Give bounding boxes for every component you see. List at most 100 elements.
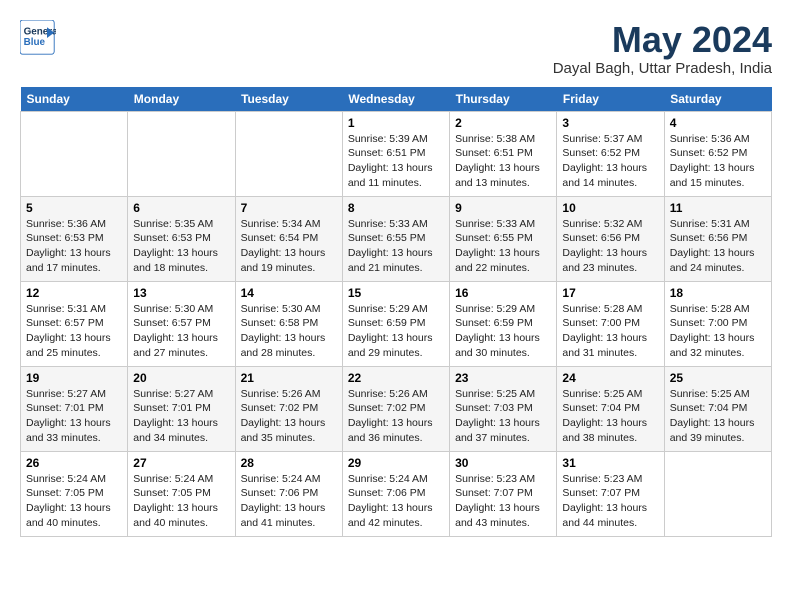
svg-text:Blue: Blue [24, 37, 46, 48]
col-saturday: Saturday [664, 87, 771, 112]
day-number: 16 [455, 286, 551, 300]
calendar-week-row: 26 Sunrise: 5:24 AM Sunset: 7:05 PM Dayli… [21, 451, 772, 536]
table-row: 18Sunrise: 5:28 AM Sunset: 7:00 PM Dayli… [664, 281, 771, 366]
day-info: Sunrise: 5:24 AM Sunset: 7:05 PM Dayligh… [133, 472, 229, 531]
table-row: 9 Sunrise: 5:33 AM Sunset: 6:55 PM Daylig… [450, 196, 557, 281]
day-number: 28 [241, 456, 337, 470]
day-info: Sunrise: 5:31 AM Sunset: 6:56 PM Dayligh… [670, 217, 766, 276]
day-info: Sunrise: 5:29 AM Sunset: 6:59 PM Dayligh… [455, 302, 551, 361]
day-info: Sunrise: 5:35 AM Sunset: 6:53 PM Dayligh… [133, 217, 229, 276]
day-number: 7 [241, 201, 337, 215]
day-info: Sunrise: 5:33 AM Sunset: 6:55 PM Dayligh… [455, 217, 551, 276]
table-row: 25 Sunrise: 5:25 AM Sunset: 7:04 PM Dayli… [664, 366, 771, 451]
day-info: Sunrise: 5:37 AM Sunset: 6:52 PM Dayligh… [562, 132, 658, 191]
table-row: 3 Sunrise: 5:37 AM Sunset: 6:52 PM Daylig… [557, 111, 664, 196]
day-info: Sunrise: 5:34 AM Sunset: 6:54 PM Dayligh… [241, 217, 337, 276]
table-row: 27 Sunrise: 5:24 AM Sunset: 7:05 PM Dayli… [128, 451, 235, 536]
day-number: 2 [455, 116, 551, 130]
table-row: 22 Sunrise: 5:26 AM Sunset: 7:02 PM Dayli… [342, 366, 449, 451]
day-number: 22 [348, 371, 444, 385]
day-info: Sunrise: 5:32 AM Sunset: 6:56 PM Dayligh… [562, 217, 658, 276]
logo-icon: General Blue [20, 20, 56, 56]
table-row: 6 Sunrise: 5:35 AM Sunset: 6:53 PM Daylig… [128, 196, 235, 281]
day-info: Sunrise: 5:26 AM Sunset: 7:02 PM Dayligh… [348, 387, 444, 446]
day-info: Sunrise: 5:30 AM Sunset: 6:58 PM Dayligh… [241, 302, 337, 361]
day-info: Sunrise: 5:27 AM Sunset: 7:01 PM Dayligh… [26, 387, 122, 446]
day-info: Sunrise: 5:25 AM Sunset: 7:04 PM Dayligh… [670, 387, 766, 446]
day-info: Sunrise: 5:26 AM Sunset: 7:02 PM Dayligh… [241, 387, 337, 446]
table-row: 14 Sunrise: 5:30 AM Sunset: 6:58 PM Dayli… [235, 281, 342, 366]
calendar-table: Sunday Monday Tuesday Wednesday Thursday… [20, 87, 772, 537]
table-row: 23Sunrise: 5:25 AM Sunset: 7:03 PM Dayli… [450, 366, 557, 451]
day-number: 27 [133, 456, 229, 470]
day-number: 9 [455, 201, 551, 215]
day-number: 12 [26, 286, 122, 300]
calendar-week-row: 5Sunrise: 5:36 AM Sunset: 6:53 PM Daylig… [21, 196, 772, 281]
day-number: 17 [562, 286, 658, 300]
calendar-week-row: 1 Sunrise: 5:39 AM Sunset: 6:51 PM Daylig… [21, 111, 772, 196]
table-row: 29 Sunrise: 5:24 AM Sunset: 7:06 PM Dayli… [342, 451, 449, 536]
table-row: 21 Sunrise: 5:26 AM Sunset: 7:02 PM Dayli… [235, 366, 342, 451]
day-info: Sunrise: 5:24 AM Sunset: 7:06 PM Dayligh… [241, 472, 337, 531]
day-number: 1 [348, 116, 444, 130]
table-row: 1 Sunrise: 5:39 AM Sunset: 6:51 PM Daylig… [342, 111, 449, 196]
table-row: 24 Sunrise: 5:25 AM Sunset: 7:04 PM Dayli… [557, 366, 664, 451]
day-info: Sunrise: 5:27 AM Sunset: 7:01 PM Dayligh… [133, 387, 229, 446]
col-monday: Monday [128, 87, 235, 112]
table-row: 30 Sunrise: 5:23 AM Sunset: 7:07 PM Dayli… [450, 451, 557, 536]
table-row [664, 451, 771, 536]
calendar-subtitle: Dayal Bagh, Uttar Pradesh, India [553, 60, 772, 77]
title-block: May 2024 Dayal Bagh, Uttar Pradesh, Indi… [553, 20, 772, 77]
day-number: 30 [455, 456, 551, 470]
day-number: 25 [670, 371, 766, 385]
day-number: 14 [241, 286, 337, 300]
day-number: 13 [133, 286, 229, 300]
day-info: Sunrise: 5:29 AM Sunset: 6:59 PM Dayligh… [348, 302, 444, 361]
col-friday: Friday [557, 87, 664, 112]
table-row: 7 Sunrise: 5:34 AM Sunset: 6:54 PM Daylig… [235, 196, 342, 281]
table-row: 5Sunrise: 5:36 AM Sunset: 6:53 PM Daylig… [21, 196, 128, 281]
table-row: 20 Sunrise: 5:27 AM Sunset: 7:01 PM Dayli… [128, 366, 235, 451]
day-info: Sunrise: 5:38 AM Sunset: 6:51 PM Dayligh… [455, 132, 551, 191]
table-row [21, 111, 128, 196]
table-row: 15 Sunrise: 5:29 AM Sunset: 6:59 PM Dayli… [342, 281, 449, 366]
day-number: 20 [133, 371, 229, 385]
header-row: Sunday Monday Tuesday Wednesday Thursday… [21, 87, 772, 112]
day-info: Sunrise: 5:30 AM Sunset: 6:57 PM Dayligh… [133, 302, 229, 361]
page-header: General Blue May 2024 Dayal Bagh, Uttar … [20, 20, 772, 77]
table-row [235, 111, 342, 196]
day-number: 26 [26, 456, 122, 470]
table-row: 28 Sunrise: 5:24 AM Sunset: 7:06 PM Dayli… [235, 451, 342, 536]
day-number: 29 [348, 456, 444, 470]
table-row: 19 Sunrise: 5:27 AM Sunset: 7:01 PM Dayli… [21, 366, 128, 451]
day-number: 19 [26, 371, 122, 385]
day-number: 11 [670, 201, 766, 215]
day-number: 31 [562, 456, 658, 470]
calendar-week-row: 12 Sunrise: 5:31 AM Sunset: 6:57 PM Dayli… [21, 281, 772, 366]
day-info: Sunrise: 5:23 AM Sunset: 7:07 PM Dayligh… [455, 472, 551, 531]
table-row: 26 Sunrise: 5:24 AM Sunset: 7:05 PM Dayli… [21, 451, 128, 536]
day-info: Sunrise: 5:36 AM Sunset: 6:53 PM Dayligh… [26, 217, 122, 276]
day-number: 15 [348, 286, 444, 300]
day-number: 24 [562, 371, 658, 385]
col-thursday: Thursday [450, 87, 557, 112]
day-number: 3 [562, 116, 658, 130]
table-row: 16 Sunrise: 5:29 AM Sunset: 6:59 PM Dayli… [450, 281, 557, 366]
day-number: 23 [455, 371, 551, 385]
table-row: 10 Sunrise: 5:32 AM Sunset: 6:56 PM Dayli… [557, 196, 664, 281]
day-number: 6 [133, 201, 229, 215]
day-number: 8 [348, 201, 444, 215]
day-info: Sunrise: 5:24 AM Sunset: 7:05 PM Dayligh… [26, 472, 122, 531]
day-info: Sunrise: 5:31 AM Sunset: 6:57 PM Dayligh… [26, 302, 122, 361]
day-number: 4 [670, 116, 766, 130]
day-info: Sunrise: 5:39 AM Sunset: 6:51 PM Dayligh… [348, 132, 444, 191]
day-info: Sunrise: 5:25 AM Sunset: 7:04 PM Dayligh… [562, 387, 658, 446]
day-number: 21 [241, 371, 337, 385]
table-row: 8Sunrise: 5:33 AM Sunset: 6:55 PM Daylig… [342, 196, 449, 281]
table-row: 4Sunrise: 5:36 AM Sunset: 6:52 PM Daylig… [664, 111, 771, 196]
col-wednesday: Wednesday [342, 87, 449, 112]
table-row [128, 111, 235, 196]
day-info: Sunrise: 5:24 AM Sunset: 7:06 PM Dayligh… [348, 472, 444, 531]
table-row: 2 Sunrise: 5:38 AM Sunset: 6:51 PM Daylig… [450, 111, 557, 196]
day-number: 10 [562, 201, 658, 215]
